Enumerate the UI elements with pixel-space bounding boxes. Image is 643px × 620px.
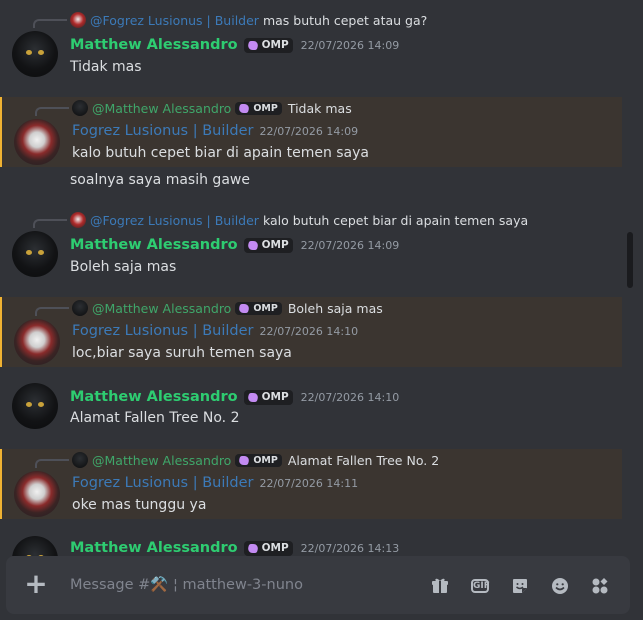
reply-preview[interactable]: @Matthew Alessandro OMP Tidak mas — [72, 99, 352, 117]
timestamp: 22/07/2026 14:10 — [259, 324, 359, 338]
reply-text: Boleh saja mas — [287, 300, 383, 316]
guild-tag[interactable]: OMP — [243, 37, 293, 53]
author-name[interactable]: Fogrez Lusionus | Builder — [72, 323, 253, 339]
reply-preview[interactable]: @Matthew Alessandro OMP Boleh saja mas — [72, 299, 383, 317]
guild-tag[interactable]: OMP — [243, 237, 293, 253]
reply-preview[interactable]: @Matthew Alessandro OMP Alamat Fallen Tr… — [72, 451, 439, 469]
message-item: @Fogrez Lusionus | Builder kalo butuh ce… — [0, 200, 622, 290]
message-text: oke mas tunggu ya — [72, 497, 207, 513]
plus-icon[interactable]: + — [24, 570, 48, 598]
guild-tag: OMP — [235, 101, 282, 115]
timestamp: 22/07/2026 14:09 — [300, 238, 400, 252]
gem-icon — [246, 240, 259, 250]
timestamp: 22/07/2026 14:09 — [300, 38, 400, 52]
message-item-highlighted: @Matthew Alessandro OMP Alamat Fallen Tr… — [0, 449, 622, 519]
message-list: @Fogrez Lusionus | Builder mas butuh cep… — [0, 0, 622, 556]
guild-tag[interactable]: OMP — [243, 389, 293, 405]
author-name[interactable]: Fogrez Lusionus | Builder — [72, 123, 253, 139]
scrollbar-thumb[interactable] — [627, 232, 633, 288]
sticker-icon[interactable] — [510, 576, 530, 596]
gem-icon — [238, 303, 251, 313]
message-composer: + Message #⚒️ ¦ matthew-3-nuno GIF — [6, 556, 630, 614]
gem-icon — [238, 103, 251, 113]
guild-tag: OMP — [235, 453, 282, 467]
message-item-highlighted: @Matthew Alessandro OMP Tidak mas Fogrez… — [0, 97, 622, 167]
reply-avatar — [72, 300, 88, 316]
reply-text: Alamat Fallen Tree No. 2 — [287, 452, 440, 468]
author-name[interactable]: Matthew Alessandro — [70, 237, 238, 253]
reply-avatar — [70, 12, 86, 28]
reply-author[interactable]: @Matthew Alessandro — [92, 301, 231, 316]
avatar[interactable] — [12, 536, 58, 556]
guild-tag: OMP — [235, 301, 282, 315]
reply-spine — [35, 459, 69, 468]
message-text: Tidak mas — [70, 59, 142, 75]
message-input[interactable]: Message #⚒️ ¦ matthew-3-nuno — [70, 576, 303, 593]
gift-icon[interactable] — [430, 576, 450, 596]
avatar[interactable] — [12, 231, 58, 277]
author-name[interactable]: Matthew Alessandro — [70, 389, 238, 405]
timestamp: 22/07/2026 14:11 — [259, 476, 359, 490]
author-name[interactable]: Matthew Alessandro — [70, 540, 238, 556]
reply-text: mas butuh cepet atau ga? — [262, 12, 428, 28]
timestamp: 22/07/2026 14:13 — [300, 541, 400, 555]
reply-author[interactable]: @Fogrez Lusionus | Builder — [90, 213, 259, 228]
message-item: @Fogrez Lusionus | Builder mas butuh cep… — [0, 0, 622, 90]
emoji-icon[interactable] — [550, 576, 570, 596]
message-text: Alamat Fallen Tree No. 2 — [70, 410, 240, 426]
reply-avatar — [72, 100, 88, 116]
reply-preview[interactable]: @Fogrez Lusionus | Builder kalo butuh ce… — [70, 211, 528, 229]
message-text: soalnya saya masih gawe — [70, 172, 250, 188]
reply-avatar — [70, 212, 86, 228]
gem-icon — [246, 40, 259, 50]
reply-author[interactable]: @Matthew Alessandro — [92, 101, 231, 116]
message-text: Boleh saja mas — [70, 259, 177, 275]
reply-spine — [35, 307, 69, 316]
avatar[interactable] — [12, 31, 58, 77]
reply-preview[interactable]: @Fogrez Lusionus | Builder mas butuh cep… — [70, 11, 427, 29]
message-text: kalo butuh cepet biar di apain temen say… — [72, 145, 370, 161]
avatar[interactable] — [14, 119, 60, 165]
timestamp: 22/07/2026 14:10 — [300, 390, 400, 404]
apps-icon[interactable] — [590, 576, 610, 596]
gem-icon — [238, 455, 251, 465]
reply-text: kalo butuh cepet biar di apain temen say… — [262, 212, 529, 228]
avatar[interactable] — [14, 319, 60, 365]
message-item-highlighted: @Matthew Alessandro OMP Boleh saja mas F… — [0, 297, 622, 367]
reply-text: Tidak mas — [287, 100, 352, 116]
author-name[interactable]: Matthew Alessandro — [70, 37, 238, 53]
reply-avatar — [72, 452, 88, 468]
gif-icon[interactable]: GIF — [470, 576, 490, 596]
message-item: Matthew Alessandro OMP 22/07/2026 14:10 … — [0, 375, 622, 440]
avatar[interactable] — [14, 471, 60, 517]
reply-spine — [33, 19, 67, 28]
reply-author[interactable]: @Matthew Alessandro — [92, 453, 231, 468]
message-text: loc,biar saya suruh temen saya — [72, 345, 292, 361]
message-item: Matthew Alessandro OMP 22/07/2026 14:13 — [0, 527, 622, 556]
guild-tag[interactable]: OMP — [243, 540, 293, 556]
gem-icon — [246, 392, 259, 402]
author-name[interactable]: Fogrez Lusionus | Builder — [72, 475, 253, 491]
reply-author[interactable]: @Fogrez Lusionus | Builder — [90, 13, 259, 28]
gem-icon — [246, 543, 259, 553]
reply-spine — [35, 107, 69, 116]
avatar[interactable] — [12, 383, 58, 429]
reply-spine — [33, 219, 67, 228]
timestamp: 22/07/2026 14:09 — [259, 124, 359, 138]
